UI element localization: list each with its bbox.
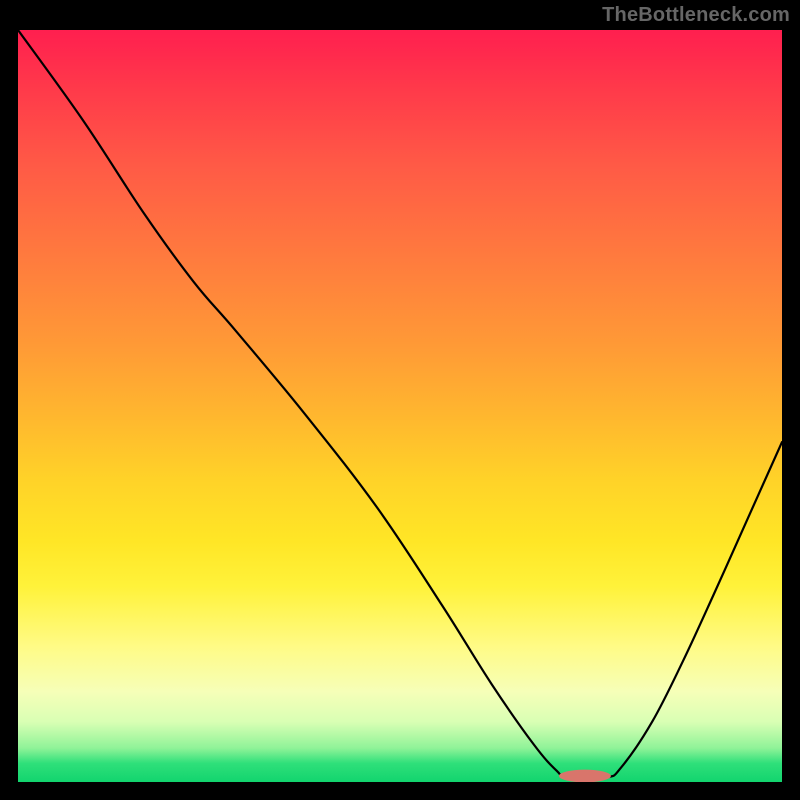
bottleneck-curve [18,30,782,779]
chart-frame: TheBottleneck.com [0,0,800,800]
plot-area [18,30,782,782]
valley-marker [559,770,611,782]
curve-layer [18,30,782,782]
watermark-text: TheBottleneck.com [602,4,790,27]
